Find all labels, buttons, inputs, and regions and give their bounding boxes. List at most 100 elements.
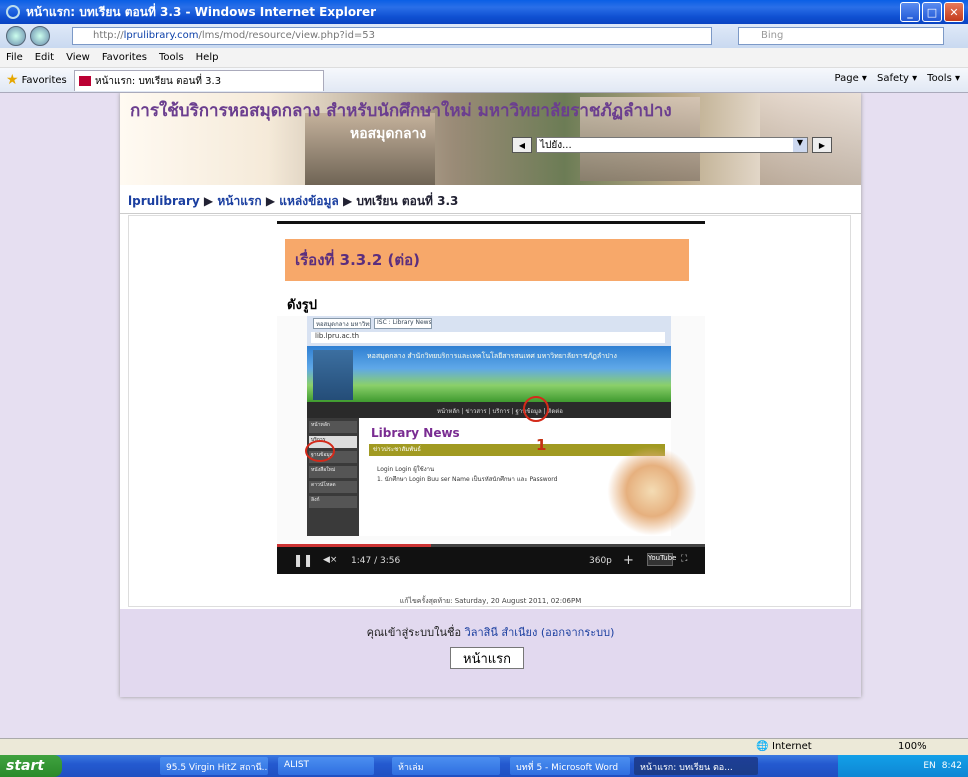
maximize-button[interactable]: □ — [922, 2, 942, 22]
lesson-text: ดังรูป — [287, 298, 318, 313]
status-bar: 🌐 Internet 100% — [0, 738, 968, 755]
lesson-heading: เรื่องที่ 3.3.2 (ต่อ) — [285, 239, 689, 281]
banner-subtitle: หอสมุดกลาง — [350, 126, 427, 142]
highlight-circle-menu — [305, 440, 335, 462]
site-banner: การใช้บริการหอสมุดกลาง สำหรับนักศึกษาใหม… — [120, 93, 861, 185]
inner-news-title: Library News — [371, 426, 460, 440]
inner-banner-text: หอสมุดกลาง สำนักวิทยบริการและเทคโนโลยีสา… — [367, 352, 617, 360]
pause-icon[interactable]: ❚❚ — [293, 553, 313, 567]
tab-title: หน้าแรก: บทเรียน ตอนที่ 3.3 — [95, 75, 222, 87]
inner-news-line: 1. นักศึกษา Login Buu ser Name เป็นรหัสน… — [377, 476, 558, 483]
prev-activity-button[interactable]: ◀ — [512, 137, 532, 153]
menu-bar: File Edit View Favorites Tools Help — [0, 48, 968, 68]
banner-title: การใช้บริการหอสมุดกลาง สำหรับนักศึกษาใหม… — [130, 101, 672, 121]
taskbar-item[interactable]: ห้าเล่ม — [392, 757, 500, 775]
inner-tab-2: ISC : Library News — [374, 318, 432, 329]
forward-icon[interactable] — [30, 26, 50, 46]
favorites-star-icon[interactable]: ★ — [6, 72, 19, 88]
menu-view[interactable]: View — [66, 52, 90, 63]
close-button[interactable]: ✕ — [944, 2, 964, 22]
video-progress-bar[interactable] — [277, 544, 705, 547]
favorites-label[interactable]: Favorites — [22, 75, 67, 86]
resource-content: เรื่องที่ 3.3.2 (ต่อ) ดังรูป หอสมุดกลาง … — [128, 215, 851, 607]
inner-left-menu: หน้าหลัก บริการ ฐานข้อมูล หนังสือใหม่ ดา… — [307, 418, 359, 536]
clock: 8:42 — [941, 761, 962, 771]
menu-favorites[interactable]: Favorites — [102, 52, 147, 63]
breadcrumb-home[interactable]: หน้าแรก — [217, 194, 261, 208]
taskbar-item[interactable]: บทที่ 5 - Microsoft Word — [510, 757, 630, 775]
decorative-flower — [607, 446, 697, 536]
minimize-button[interactable]: _ — [900, 2, 920, 22]
ie-window: หน้าแรก: บทเรียน ตอนที่ 3.3 - Windows In… — [0, 0, 968, 755]
breadcrumb-resources[interactable]: แหล่งข้อมูล — [279, 194, 339, 208]
menu-edit[interactable]: Edit — [35, 52, 54, 63]
search-placeholder: Bing — [761, 30, 784, 41]
address-input[interactable]: http://lprulibrary.com/lms/mod/resource/… — [72, 27, 712, 45]
system-tray: EN 8:42 — [838, 755, 968, 777]
inner-tab-1: หอสมุดกลาง มหาวิทยาลัย... — [313, 318, 371, 329]
url-host: lprulibrary.com — [123, 30, 199, 41]
video-player-controls: ❚❚ ◀× 1:47 / 3:56 360p + YouTube ⛶ — [277, 544, 705, 574]
home-button[interactable]: หน้าแรก — [450, 647, 524, 669]
back-icon[interactable] — [6, 26, 26, 46]
volume-icon[interactable]: ◀× — [323, 555, 337, 565]
lesson-frame: เรื่องที่ 3.3.2 (ต่อ) ดังรูป หอสมุดกลาง … — [277, 221, 705, 577]
embedded-video-screenshot[interactable]: หอสมุดกลาง มหาวิทยาลัย... ISC : Library … — [277, 316, 705, 544]
page-viewport: การใช้บริการหอสมุดกลาง สำหรับนักศึกษาใหม… — [0, 93, 968, 738]
user-link[interactable]: วิลาสินี สำเนียง — [465, 626, 538, 639]
favorites-bar: ★ Favorites หน้าแรก: บทเรียน ตอนที่ 3.3 … — [0, 68, 968, 93]
jump-select-value: ไปยัง... — [540, 140, 572, 151]
inner-menu-item: หน้าหลัก — [309, 421, 357, 433]
fullscreen-icon[interactable]: ⛶ — [681, 554, 687, 564]
inner-news-line: Login Login ผู้ใช้งาน — [377, 466, 435, 473]
video-quality[interactable]: 360p — [589, 556, 612, 566]
next-activity-button[interactable]: ▶ — [812, 137, 832, 153]
inner-site-banner: หอสมุดกลาง สำนักวิทยบริการและเทคโนโลยีสา… — [307, 346, 671, 402]
tools-menu[interactable]: Tools ▾ — [927, 73, 960, 84]
taskbar-item-active[interactable]: หน้าแรก: บทเรียน ตอ... — [634, 757, 758, 775]
safety-menu[interactable]: Safety ▾ — [877, 73, 917, 84]
chevron-down-icon: ▼ — [793, 138, 807, 152]
last-modified: แก้ไขครั้งสุดท้าย: Saturday, 20 August 2… — [399, 597, 582, 605]
plus-icon[interactable]: + — [623, 553, 634, 568]
url-path: /lms/mod/resource/view.php?id=53 — [198, 30, 376, 41]
page-footer: คุณเข้าสู่ระบบในชื่อ วิลาสินี สำเนียง (อ… — [120, 609, 861, 697]
menu-tools[interactable]: Tools — [159, 52, 184, 63]
breadcrumb: lprulibrary ▶ หน้าแรก ▶ แหล่งข้อมูล ▶ บท… — [120, 186, 861, 214]
annotation-number: 1 — [536, 436, 547, 454]
search-input[interactable]: Bing — [738, 27, 944, 45]
jump-navigation: ◀ ไปยัง... ▼ ▶ — [512, 137, 832, 153]
youtube-logo[interactable]: YouTube — [647, 553, 676, 566]
login-prefix: คุณเข้าสู่ระบบในชื่อ — [366, 626, 462, 639]
inner-menu-item: ลิงก์ — [309, 496, 357, 508]
zoom-level[interactable]: 100% — [898, 741, 927, 752]
inner-url: lib.lpru.ac.th — [311, 332, 665, 343]
start-button[interactable]: start — [0, 755, 62, 777]
video-progress-fill — [277, 544, 432, 547]
taskbar: start 95.5 Virgin HitZ สถานี... ALIST ห้… — [0, 755, 968, 777]
menu-help[interactable]: Help — [196, 52, 219, 63]
logout-link[interactable]: (ออกจากระบบ) — [541, 626, 615, 639]
inner-news-bar: ข่าวประชาสัมพันธ์ — [369, 444, 665, 456]
site-favicon-icon — [79, 76, 91, 86]
highlight-circle-nav — [523, 396, 549, 422]
inner-building-image — [313, 350, 353, 400]
moodle-page: การใช้บริการหอสมุดกลาง สำหรับนักศึกษาใหม… — [120, 93, 861, 697]
breadcrumb-current: บทเรียน ตอนที่ 3.3 — [356, 194, 459, 208]
ie-logo-icon — [6, 5, 20, 19]
inner-nav-bar: หน้าหลัก | ข่าวสาร | บริการ | ฐานข้อมูล … — [307, 402, 671, 418]
jump-select[interactable]: ไปยัง... ▼ — [536, 137, 808, 153]
url-prefix: http:// — [93, 30, 124, 41]
video-time: 1:47 / 3:56 — [351, 556, 401, 566]
login-info: คุณเข้าสู่ระบบในชื่อ วิลาสินี สำเนียง (อ… — [120, 623, 861, 641]
language-indicator[interactable]: EN — [923, 761, 935, 771]
inner-menu-item: ดาวน์โหลด — [309, 481, 357, 493]
breadcrumb-site[interactable]: lprulibrary — [128, 194, 200, 208]
browser-tab[interactable]: หน้าแรก: บทเรียน ตอนที่ 3.3 — [74, 70, 324, 91]
menu-file[interactable]: File — [6, 52, 23, 63]
taskbar-item[interactable]: ALIST — [278, 757, 374, 775]
zone-text: Internet — [772, 741, 812, 752]
taskbar-item[interactable]: 95.5 Virgin HitZ สถานี... — [160, 757, 268, 775]
window-title: หน้าแรก: บทเรียน ตอนที่ 3.3 - Windows In… — [26, 4, 377, 19]
page-menu[interactable]: Page ▾ — [835, 73, 867, 84]
